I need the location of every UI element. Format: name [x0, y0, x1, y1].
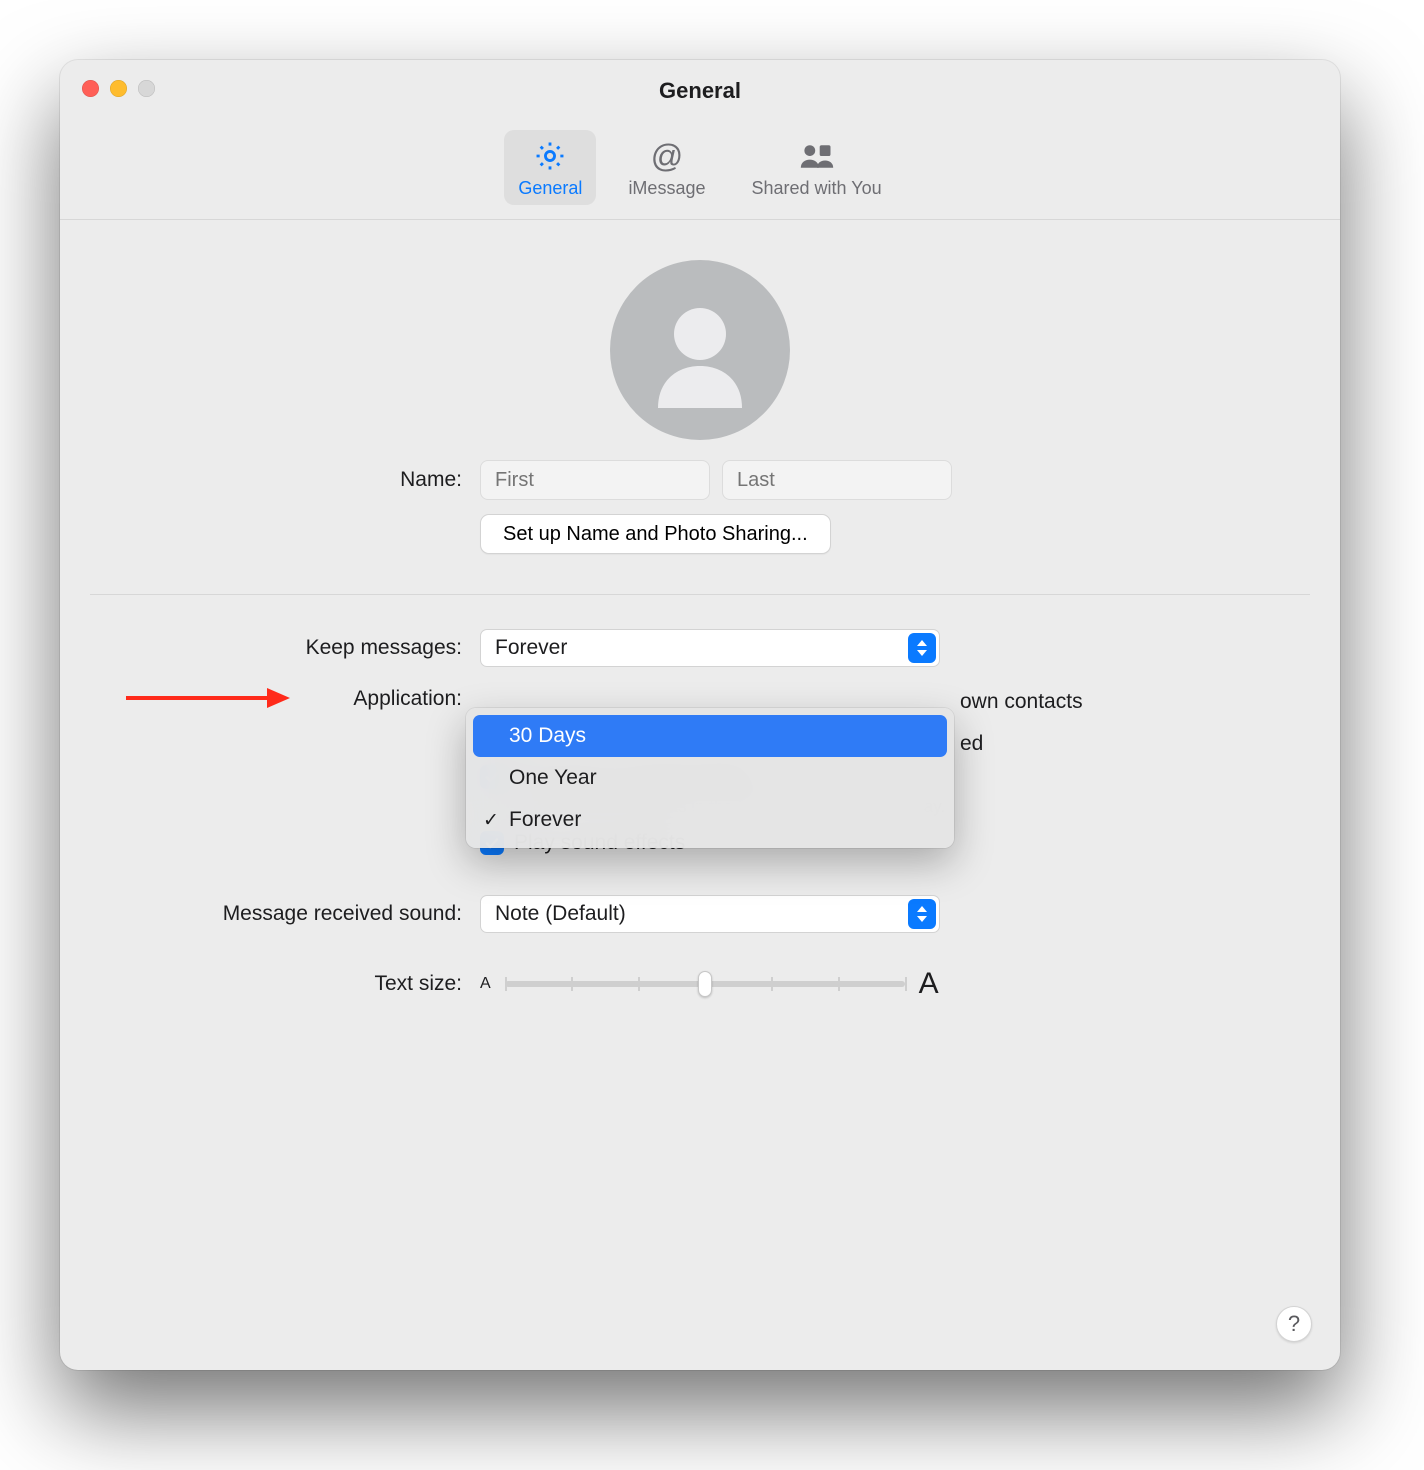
- tab-label: iMessage: [628, 178, 705, 199]
- keep-messages-dropdown: 30 Days One Year ✓ Forever: [466, 708, 954, 848]
- setup-name-photo-button[interactable]: Set up Name and Photo Sharing...: [480, 514, 831, 554]
- popup-value: Note (Default): [495, 902, 626, 926]
- question-icon: ?: [1288, 1311, 1300, 1337]
- help-button[interactable]: ?: [1276, 1306, 1312, 1342]
- prefs-toolbar: General @ iMessage Shared with You: [60, 116, 1340, 220]
- chevron-up-down-icon: [908, 899, 936, 929]
- text-size-small-icon: A: [480, 975, 491, 993]
- at-icon: @: [649, 138, 685, 174]
- menu-item-30-days[interactable]: 30 Days: [473, 715, 947, 757]
- tab-general[interactable]: General: [504, 130, 596, 205]
- window-titlebar: General: [60, 60, 1340, 116]
- gear-icon: [532, 138, 568, 174]
- annotation-arrow-icon: [122, 683, 292, 713]
- checkmark-icon: ✓: [483, 809, 499, 832]
- slider-track[interactable]: [505, 981, 905, 987]
- tab-shared-with-you[interactable]: Shared with You: [737, 130, 895, 205]
- slider-thumb[interactable]: [698, 971, 712, 997]
- text-size-slider[interactable]: A A: [480, 967, 939, 1001]
- text-size-large-icon: A: [919, 967, 939, 1001]
- first-name-field[interactable]: [480, 460, 710, 500]
- text-size-label: Text size:: [90, 972, 480, 996]
- received-sound-popup[interactable]: Note (Default): [480, 895, 940, 933]
- tab-label: Shared with You: [751, 178, 881, 199]
- popup-value: Forever: [495, 636, 567, 660]
- tab-label: General: [518, 178, 582, 199]
- name-label: Name:: [90, 468, 480, 492]
- tab-imessage[interactable]: @ iMessage: [614, 130, 719, 205]
- last-name-field[interactable]: [722, 460, 952, 500]
- window-title: General: [60, 78, 1340, 104]
- preferences-window: General General @ iMessage: [60, 60, 1340, 1370]
- received-sound-label: Message received sound:: [90, 902, 480, 926]
- chevron-up-down-icon: [908, 633, 936, 663]
- menu-item-one-year[interactable]: One Year: [473, 757, 947, 799]
- menu-item-forever[interactable]: ✓ Forever: [473, 799, 947, 841]
- keep-messages-popup[interactable]: Forever: [480, 629, 940, 667]
- people-icon: [799, 138, 835, 174]
- profile-avatar[interactable]: [610, 260, 790, 440]
- section-divider: [90, 594, 1310, 595]
- keep-messages-label: Keep messages:: [90, 636, 480, 660]
- general-pane: Name: Set up Name and Photo Sharing... K…: [60, 220, 1340, 1001]
